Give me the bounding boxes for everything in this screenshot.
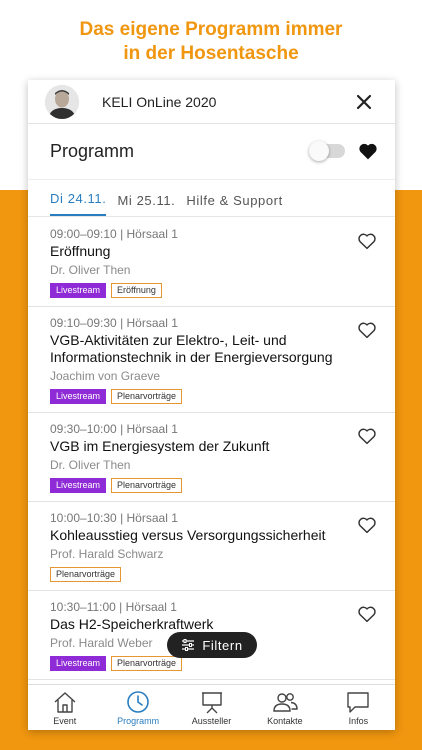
session-tags: Livestream Plenarvorträge xyxy=(50,656,355,671)
tab-mi-25-11[interactable]: Mi 25.11. xyxy=(117,193,175,216)
bottom-nav: Event Programm Aussteller Kontakte Infos xyxy=(28,684,395,730)
toggle-knob xyxy=(309,141,329,161)
app-screen: KELI OnLine 2020 Programm Di 24.11. Mi 2… xyxy=(28,80,395,730)
session-speaker: Joachim von Graeve xyxy=(50,369,161,383)
tagline-line-1: Das eigene Programm immer xyxy=(79,19,343,40)
people-icon xyxy=(273,693,298,712)
programm-bar: Programm xyxy=(28,124,395,180)
nav-kontakte[interactable]: Kontakte xyxy=(248,685,321,730)
presentation-board-icon xyxy=(201,692,222,714)
session-title: VGB im Energiesystem der Zukunft xyxy=(50,438,270,454)
list-item[interactable]: 09:30–10:00 | Hörsaal 1 VGB im Energiesy… xyxy=(28,413,395,502)
tagline-line-2: in der Hosentasche xyxy=(123,43,299,64)
favorite-heart-icon[interactable] xyxy=(357,605,377,623)
category-tag: Plenarvorträge xyxy=(50,567,122,582)
day-tabs: Di 24.11. Mi 25.11. Hilfe & Support xyxy=(28,180,395,217)
app-header: KELI OnLine 2020 xyxy=(28,80,395,124)
promo-tagline: Das eigene Programm immer in der Hosenta… xyxy=(0,18,422,66)
favorite-heart-icon[interactable] xyxy=(357,427,377,445)
session-speaker: Prof. Harald Schwarz xyxy=(50,547,164,561)
list-item[interactable]: 10:00–10:30 | Hörsaal 1 Kohleausstieg ve… xyxy=(28,502,395,591)
close-icon[interactable] xyxy=(353,91,375,113)
category-tag: Plenarvorträge xyxy=(111,389,183,404)
list-item[interactable]: 09:10–09:30 | Hörsaal 1 VGB-Aktivitäten … xyxy=(28,307,395,413)
session-speaker: Dr. Oliver Then xyxy=(50,263,131,277)
session-time-room: 09:30–10:00 | Hörsaal 1 xyxy=(50,422,178,436)
nav-label: Aussteller xyxy=(191,716,232,726)
session-title: Eröffnung xyxy=(50,243,111,259)
nav-label: Programm xyxy=(117,716,160,726)
livestream-tag: Livestream xyxy=(50,389,107,404)
session-time-room: 09:10–09:30 | Hörsaal 1 xyxy=(50,316,178,330)
page-title: Programm xyxy=(50,141,135,161)
favorites-filled-heart-icon[interactable] xyxy=(358,141,378,161)
livestream-tag: Livestream xyxy=(50,478,107,493)
tab-di-24-11[interactable]: Di 24.11. xyxy=(50,191,107,216)
nav-label: Infos xyxy=(348,716,369,726)
nav-label: Kontakte xyxy=(267,716,303,726)
filter-label: Filtern xyxy=(202,637,243,653)
livestream-tag: Livestream xyxy=(50,656,107,671)
session-title: Kohleausstieg versus Versorgungssicherhe… xyxy=(50,527,326,543)
nav-aussteller[interactable]: Aussteller xyxy=(175,685,248,730)
favorite-heart-icon[interactable] xyxy=(357,232,377,250)
category-tag: Plenarvorträge xyxy=(111,478,183,493)
livestream-tag: Livestream xyxy=(50,283,107,298)
nav-label: Event xyxy=(53,716,77,726)
sliders-icon xyxy=(182,639,195,651)
clock-icon xyxy=(127,691,149,713)
session-time-room: 10:30–11:00 | Hörsaal 1 xyxy=(50,600,177,614)
session-tags: Livestream Eröffnung xyxy=(50,283,355,298)
chat-bubble-icon xyxy=(347,692,370,713)
favorite-heart-icon[interactable] xyxy=(357,321,377,339)
filter-button[interactable]: Filtern xyxy=(167,632,257,658)
session-title: VGB-Aktivitäten zur Elektro-, Leit- und … xyxy=(50,332,333,365)
nav-programm[interactable]: Programm xyxy=(101,685,174,730)
nav-event[interactable]: Event xyxy=(28,685,101,730)
list-item[interactable]: 09:00–09:10 | Hörsaal 1 Eröffnung Dr. Ol… xyxy=(28,218,395,307)
session-time-room: 10:00–10:30 | Hörsaal 1 xyxy=(50,511,178,525)
session-tags: Plenarvorträge xyxy=(50,567,355,582)
tab-hilfe-support[interactable]: Hilfe & Support xyxy=(186,193,282,216)
session-speaker: Dr. Oliver Then xyxy=(50,458,131,472)
session-title: Das H2-Speicherkraftwerk xyxy=(50,616,214,632)
avatar[interactable] xyxy=(45,84,79,119)
favorites-toggle[interactable] xyxy=(309,141,345,161)
category-tag: Plenarvorträge xyxy=(111,656,183,671)
category-tag: Eröffnung xyxy=(111,283,162,298)
event-title: KELI OnLine 2020 xyxy=(102,93,217,110)
nav-infos[interactable]: Infos xyxy=(322,685,395,730)
session-time-room: 09:00–09:10 | Hörsaal 1 xyxy=(50,227,178,241)
session-tags: Livestream Plenarvorträge xyxy=(50,389,355,404)
session-tags: Livestream Plenarvorträge xyxy=(50,478,355,493)
house-icon xyxy=(54,692,76,713)
favorite-heart-icon[interactable] xyxy=(357,516,377,534)
session-list: 09:00–09:10 | Hörsaal 1 Eröffnung Dr. Ol… xyxy=(28,218,395,688)
